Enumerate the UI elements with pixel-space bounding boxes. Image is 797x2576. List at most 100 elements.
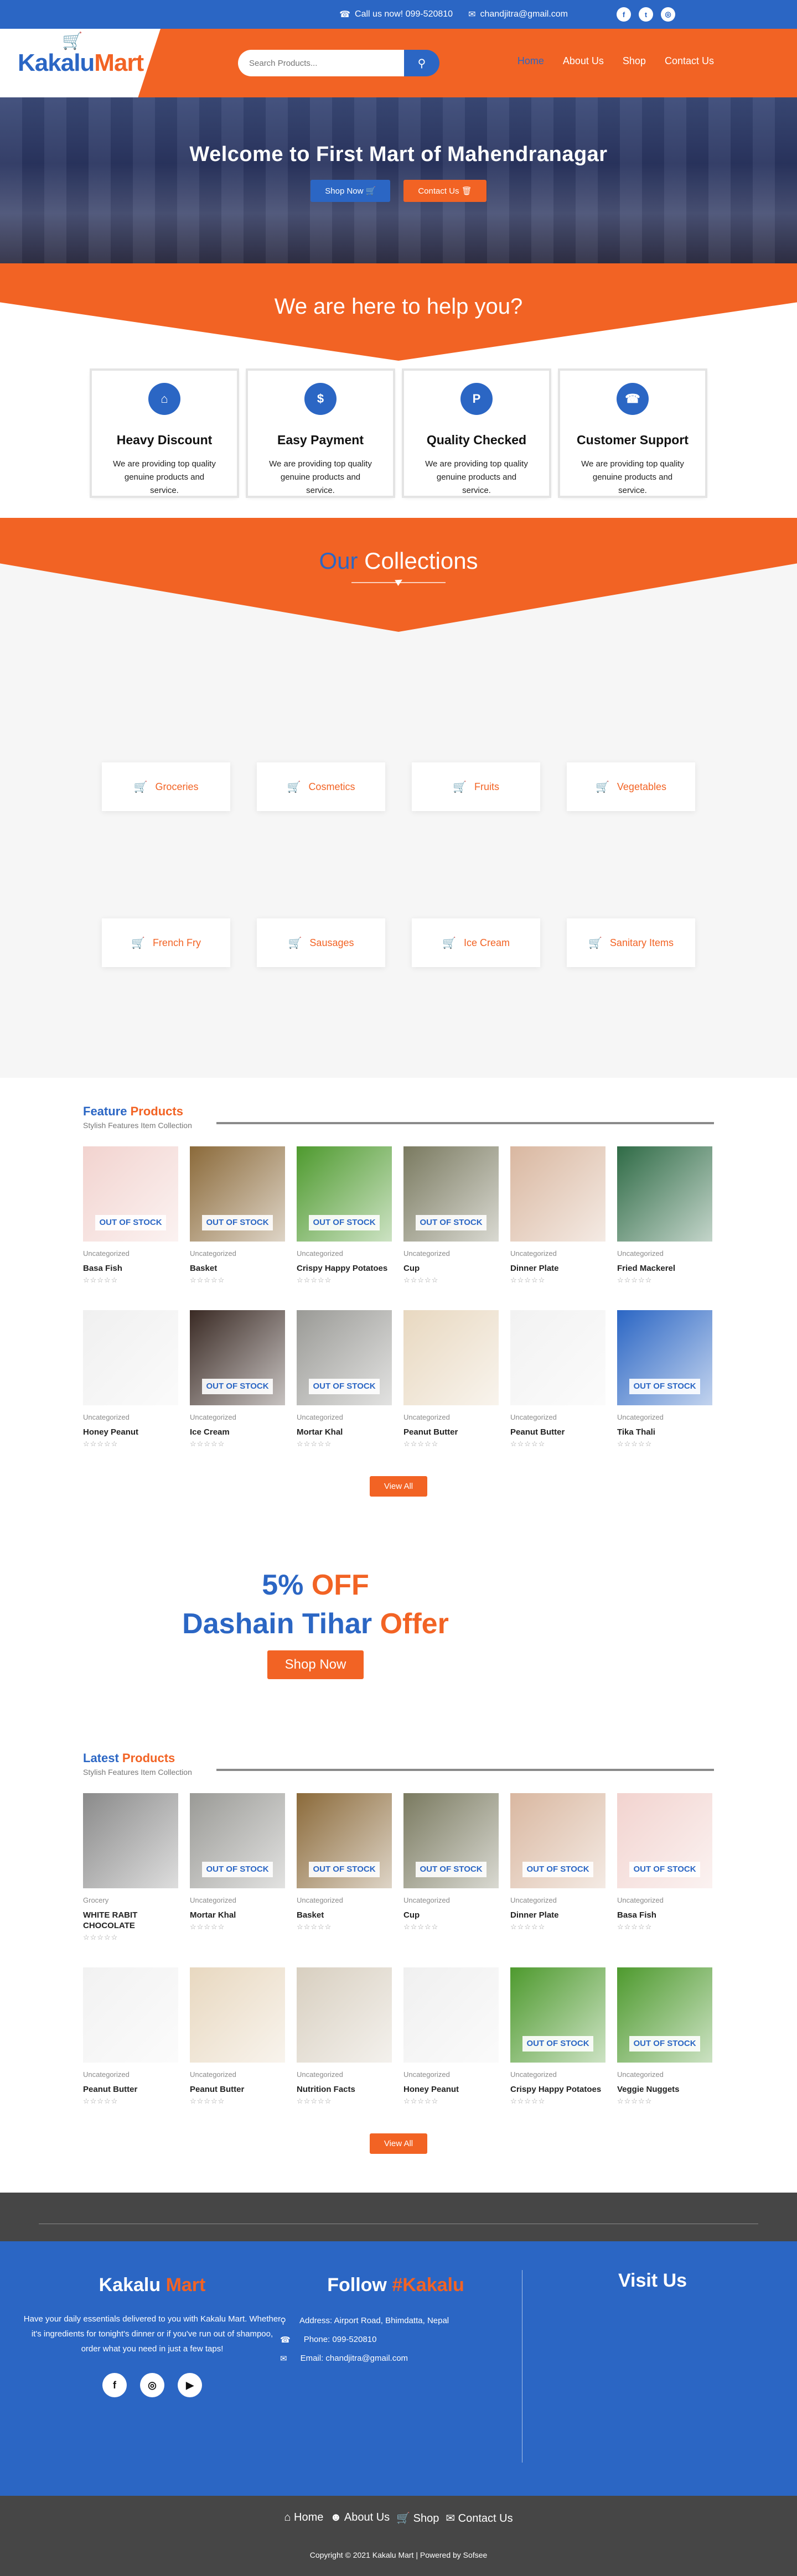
hero-shop-now-button[interactable]: Shop Now 🛒 <box>310 180 391 202</box>
product-card[interactable]: Uncategorized Dinner Plate ☆☆☆☆☆ <box>510 1146 605 1285</box>
product-image[interactable]: OUT OF STOCK <box>403 1793 499 1888</box>
logo[interactable]: 🛒 KakaluMart <box>18 32 144 77</box>
footer-link-contact[interactable]: ✉ Contact Us <box>446 2511 513 2525</box>
product-card[interactable]: Uncategorized Honey Peanut ☆☆☆☆☆ <box>83 1310 178 1448</box>
footer-link-home[interactable]: ⌂ Home <box>284 2511 323 2525</box>
product-image[interactable]: OUT OF STOCK <box>510 1967 605 2063</box>
product-name[interactable]: Honey Peanut <box>83 1427 178 1437</box>
collection-sanitary[interactable]: 🛒 Sanitary Items <box>567 918 695 967</box>
product-image[interactable]: OUT OF STOCK <box>617 1793 712 1888</box>
instagram-icon[interactable]: ◎ <box>140 2373 164 2397</box>
product-card[interactable]: OUT OF STOCK Uncategorized Ice Cream ☆☆☆☆☆ <box>190 1310 285 1448</box>
collection-ice-cream[interactable]: 🛒 Ice Cream <box>412 918 540 967</box>
product-name[interactable]: Peanut Butter <box>83 2084 178 2095</box>
nav-contact[interactable]: Contact Us <box>665 55 714 67</box>
product-image[interactable]: OUT OF STOCK <box>403 1146 499 1242</box>
product-name[interactable]: Peanut Butter <box>403 1427 499 1437</box>
product-name[interactable]: Mortar Khal <box>297 1427 392 1437</box>
collection-sausages[interactable]: 🛒 Sausages <box>257 918 385 967</box>
product-image[interactable] <box>617 1146 712 1242</box>
product-image[interactable] <box>83 1310 178 1405</box>
product-card[interactable]: Uncategorized Nutrition Facts ☆☆☆☆☆ <box>297 1967 392 2106</box>
product-image[interactable]: OUT OF STOCK <box>297 1793 392 1888</box>
product-card[interactable]: OUT OF STOCK Uncategorized Veggie Nuggets ☆… <box>617 1967 712 2106</box>
product-card[interactable]: OUT OF STOCK Uncategorized Dinner Plate ☆☆☆… <box>510 1793 605 1942</box>
youtube-icon[interactable]: ▶ <box>178 2373 202 2397</box>
nav-shop[interactable]: Shop <box>623 55 646 67</box>
product-name[interactable]: Veggie Nuggets <box>617 2084 712 2095</box>
product-name[interactable]: Dinner Plate <box>510 1910 605 1920</box>
product-name[interactable]: Basket <box>297 1910 392 1920</box>
search-button[interactable]: ⚲ <box>404 50 439 76</box>
product-image[interactable] <box>190 1967 285 2063</box>
product-image[interactable]: OUT OF STOCK <box>617 1967 712 2063</box>
product-image[interactable]: OUT OF STOCK <box>190 1146 285 1242</box>
collection-french-fry[interactable]: 🛒 French Fry <box>102 918 230 967</box>
product-card[interactable]: OUT OF STOCK Uncategorized Mortar Khal ☆☆☆☆… <box>297 1310 392 1448</box>
feature-view-all-button[interactable]: View All <box>370 1476 427 1497</box>
product-image[interactable]: OUT OF STOCK <box>190 1310 285 1405</box>
product-name[interactable]: Peanut Butter <box>510 1427 605 1437</box>
product-image[interactable]: OUT OF STOCK <box>510 1793 605 1888</box>
search-input[interactable] <box>238 50 404 76</box>
product-name[interactable]: Cup <box>403 1910 499 1920</box>
product-card[interactable]: Uncategorized Honey Peanut ☆☆☆☆☆ <box>403 1967 499 2106</box>
product-card[interactable]: Grocery WHITE RABIT CHOCOLATE ☆☆☆☆☆ <box>83 1793 178 1942</box>
product-card[interactable]: OUT OF STOCK Uncategorized Basket ☆☆☆☆☆ <box>190 1146 285 1285</box>
product-image[interactable] <box>83 1793 178 1888</box>
facebook-icon[interactable]: f <box>617 7 631 22</box>
twitter-icon[interactable]: t <box>639 7 653 22</box>
product-name[interactable]: Fried Mackerel <box>617 1263 712 1274</box>
product-name[interactable]: Basket <box>190 1263 285 1274</box>
product-card[interactable]: OUT OF STOCK Uncategorized Cup ☆☆☆☆☆ <box>403 1146 499 1285</box>
product-name[interactable]: WHITE RABIT CHOCOLATE <box>83 1910 178 1931</box>
product-name[interactable]: Ice Cream <box>190 1427 285 1437</box>
product-card[interactable]: OUT OF STOCK Uncategorized Basa Fish ☆☆☆☆☆ <box>83 1146 178 1285</box>
product-name[interactable]: Cup <box>403 1263 499 1274</box>
product-image[interactable] <box>403 1310 499 1405</box>
product-image[interactable]: OUT OF STOCK <box>83 1146 178 1242</box>
email-info[interactable]: ✉ chandjitra@gmail.com <box>468 9 568 20</box>
product-card[interactable]: OUT OF STOCK Uncategorized Mortar Khal ☆☆☆☆… <box>190 1793 285 1942</box>
collection-vegetables[interactable]: 🛒 Vegetables <box>567 762 695 811</box>
footer-link-about[interactable]: ☻ About Us <box>330 2511 390 2525</box>
product-image[interactable] <box>510 1310 605 1405</box>
product-card[interactable]: Uncategorized Peanut Butter ☆☆☆☆☆ <box>510 1310 605 1448</box>
product-name[interactable]: Crispy Happy Potatoes <box>297 1263 392 1274</box>
product-card[interactable]: OUT OF STOCK Uncategorized Basket ☆☆☆☆☆ <box>297 1793 392 1942</box>
product-image[interactable]: OUT OF STOCK <box>297 1146 392 1242</box>
product-name[interactable]: Basa Fish <box>83 1263 178 1274</box>
product-card[interactable]: OUT OF STOCK Uncategorized Crispy Happy Po… <box>297 1146 392 1285</box>
instagram-icon[interactable]: ◎ <box>661 7 675 22</box>
product-name[interactable]: Mortar Khal <box>190 1910 285 1920</box>
product-name[interactable]: Tika Thali <box>617 1427 712 1437</box>
footer-email[interactable]: ✉ Email: chandjitra@gmail.com <box>280 2354 520 2364</box>
nav-about[interactable]: About Us <box>563 55 604 67</box>
logo-area[interactable]: 🛒 KakaluMart <box>0 29 161 97</box>
footer-link-shop[interactable]: 🛒 Shop <box>396 2511 439 2525</box>
facebook-icon[interactable]: f <box>102 2373 127 2397</box>
product-card[interactable]: OUT OF STOCK Uncategorized Crispy Happy Po… <box>510 1967 605 2106</box>
latest-view-all-button[interactable]: View All <box>370 2133 427 2154</box>
product-image[interactable] <box>83 1967 178 2063</box>
collection-cosmetics[interactable]: 🛒 Cosmetics <box>257 762 385 811</box>
product-image[interactable] <box>297 1967 392 2063</box>
nav-home[interactable]: Home <box>517 55 544 67</box>
product-image[interactable]: OUT OF STOCK <box>617 1310 712 1405</box>
product-card[interactable]: Uncategorized Peanut Butter ☆☆☆☆☆ <box>190 1967 285 2106</box>
product-card[interactable]: OUT OF STOCK Uncategorized Tika Thali ☆☆☆☆☆ <box>617 1310 712 1448</box>
product-card[interactable]: Uncategorized Fried Mackerel ☆☆☆☆☆ <box>617 1146 712 1285</box>
product-name[interactable]: Crispy Happy Potatoes <box>510 2084 605 2095</box>
product-card[interactable]: OUT OF STOCK Uncategorized Basa Fish ☆☆☆☆☆ <box>617 1793 712 1942</box>
hero-contact-button[interactable]: Contact Us 🗑 <box>403 180 487 202</box>
product-card[interactable]: Uncategorized Peanut Butter ☆☆☆☆☆ <box>83 1967 178 2106</box>
collection-fruits[interactable]: 🛒 Fruits <box>412 762 540 811</box>
collection-groceries[interactable]: 🛒 Groceries <box>102 762 230 811</box>
product-name[interactable]: Peanut Butter <box>190 2084 285 2095</box>
product-name[interactable]: Honey Peanut <box>403 2084 499 2095</box>
product-name[interactable]: Basa Fish <box>617 1910 712 1920</box>
product-card[interactable]: Uncategorized Peanut Butter ☆☆☆☆☆ <box>403 1310 499 1448</box>
product-name[interactable]: Dinner Plate <box>510 1263 605 1274</box>
product-image[interactable]: OUT OF STOCK <box>190 1793 285 1888</box>
offer-shop-now-button[interactable]: Shop Now <box>267 1650 364 1679</box>
